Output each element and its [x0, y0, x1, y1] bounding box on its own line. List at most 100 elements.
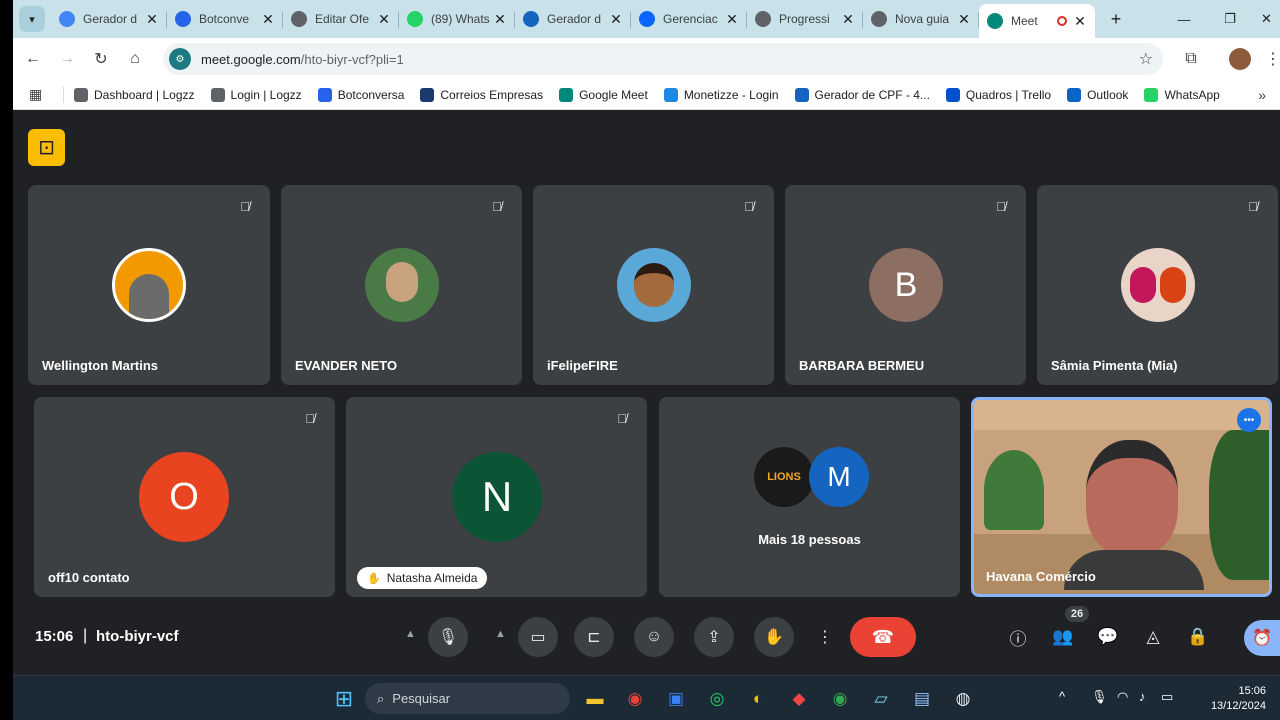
- bookmark-item[interactable]: Botconversa: [317, 87, 404, 102]
- video-options-chevron-icon[interactable]: ▲: [495, 628, 506, 640]
- app-icon[interactable]: ◐: [743, 684, 773, 714]
- url-text[interactable]: meet.google.com/hto-biyr-vcf?pli=1: [201, 52, 404, 67]
- close-tab-icon[interactable]: ✕: [609, 11, 623, 28]
- tab[interactable]: Botconve ✕: [167, 4, 283, 34]
- bookmark-item[interactable]: Dashboard | Logzz: [74, 87, 195, 102]
- captions-button[interactable]: ⊏: [574, 617, 614, 657]
- close-tab-icon[interactable]: ✕: [145, 11, 159, 28]
- tab[interactable]: Gerador d ✕: [515, 4, 631, 34]
- tab[interactable]: Gerador d ✕: [51, 4, 167, 34]
- site-info-icon[interactable]: ⚙: [169, 48, 191, 70]
- windows-start-icon[interactable]: ⊞: [329, 684, 359, 714]
- bookmark-item[interactable]: Gerador de CPF - 4...: [794, 87, 930, 102]
- volume-icon[interactable]: ♪: [1139, 689, 1146, 704]
- microphone-button[interactable]: 🎙: [428, 617, 468, 657]
- close-tab-icon[interactable]: ✕: [493, 11, 507, 28]
- wifi-icon[interactable]: ◠: [1117, 689, 1128, 705]
- forward-button[interactable]: →: [51, 43, 83, 75]
- more-options-button[interactable]: ⋮: [805, 617, 845, 657]
- participant-tile[interactable]: 🎙̸ EVANDER NETO: [281, 185, 522, 385]
- timer-icon[interactable]: ⏰: [1244, 620, 1280, 656]
- new-tab-button[interactable]: +: [1101, 9, 1131, 30]
- meet-stage: ⊡ 🎙̸ Wellington Martins 🎙̸ EVANDER NETO …: [13, 111, 1280, 675]
- close-tab-icon[interactable]: ✕: [725, 11, 739, 28]
- taskbar-search[interactable]: ⌕ Pesquisar: [365, 683, 570, 714]
- bookmark-item[interactable]: Quadros | Trello: [945, 87, 1051, 102]
- people-button[interactable]: 👥: [1048, 622, 1078, 652]
- home-button[interactable]: ⌂: [119, 43, 151, 75]
- close-tab-icon[interactable]: ✕: [1073, 13, 1087, 30]
- hand-icon: ✋: [764, 629, 784, 646]
- close-tab-icon[interactable]: ✕: [261, 11, 275, 28]
- clock-time: 15:06: [1238, 685, 1266, 697]
- participant-tile[interactable]: 🎙̸ O off10 contato: [34, 397, 335, 597]
- chrome-profile-icon[interactable]: ◉: [825, 684, 855, 714]
- extensions-icon[interactable]: ⧉: [1175, 43, 1207, 75]
- microphone-icon: 🎙: [437, 629, 459, 646]
- bookmark-item[interactable]: Login | Logzz: [210, 87, 302, 102]
- tab[interactable]: Progressi ✕: [747, 4, 863, 34]
- audio-options-chevron-icon[interactable]: ▲: [405, 628, 416, 640]
- tray-overflow-icon[interactable]: ^: [1059, 689, 1065, 704]
- participant-tile[interactable]: 🎙̸ Wellington Martins: [28, 185, 270, 385]
- bookmark-star-icon[interactable]: ☆: [1139, 49, 1153, 69]
- more-bookmarks-icon[interactable]: »: [1258, 87, 1266, 103]
- speaking-indicator-icon: •••: [1237, 408, 1261, 432]
- battery-icon[interactable]: ▭: [1161, 689, 1173, 705]
- participant-tile[interactable]: 🎙̸ B BARBARA BERMEU: [785, 185, 1026, 385]
- present-screen-button[interactable]: ⇪: [694, 617, 734, 657]
- activities-button[interactable]: ◬: [1138, 622, 1168, 652]
- leave-call-button[interactable]: ☎: [850, 617, 916, 657]
- tab[interactable]: Gerenciac ✕: [631, 4, 747, 34]
- close-window-button[interactable]: ✕: [1253, 0, 1280, 38]
- host-controls-button[interactable]: 🔒: [1183, 622, 1213, 652]
- reload-button[interactable]: ↻: [85, 43, 117, 75]
- reactions-button[interactable]: ☺: [634, 617, 674, 657]
- notepad-icon[interactable]: ▱: [866, 684, 896, 714]
- minimize-button[interactable]: —: [1161, 0, 1207, 38]
- bookmark-item[interactable]: Outlook: [1067, 87, 1128, 102]
- obs-icon[interactable]: ◍: [948, 684, 978, 714]
- maximize-button[interactable]: ❐: [1207, 0, 1253, 38]
- active-speaker-tile[interactable]: ••• Havana Comércio: [971, 397, 1272, 597]
- bookmark-item[interactable]: WhatsApp: [1144, 87, 1220, 102]
- screen-app-icon[interactable]: ▤: [907, 684, 937, 714]
- room-door-icon[interactable]: ⊡: [28, 129, 65, 166]
- tab-title: Nova guia: [895, 12, 950, 26]
- bookmark-item[interactable]: Correios Empresas: [420, 87, 543, 102]
- file-explorer-icon[interactable]: ▬: [580, 684, 610, 714]
- meeting-info-button[interactable]: ⓘ: [1003, 622, 1033, 652]
- taskbar-clock[interactable]: 15:06 13/12/2024: [1211, 684, 1266, 714]
- more-participants-tile[interactable]: LIONS M Mais 18 pessoas: [659, 397, 960, 597]
- whatsapp-icon[interactable]: ◎: [702, 684, 732, 714]
- bookmark-item[interactable]: Monetizze - Login: [663, 87, 779, 102]
- bookmark-label: Login | Logzz: [230, 87, 302, 102]
- tab[interactable]: Editar Ofe ✕: [283, 4, 399, 34]
- participant-tile[interactable]: 🎙̸ N ✋ Natasha Almeida: [346, 397, 647, 597]
- participant-tile[interactable]: 🎙̸ Sâmia Pimenta (Mia): [1037, 185, 1278, 385]
- tray-mic-icon[interactable]: 🎙: [1091, 689, 1108, 705]
- close-tab-icon[interactable]: ✕: [841, 11, 855, 28]
- time-separator: |: [83, 627, 88, 644]
- browser-menu-icon[interactable]: ⋮: [1257, 43, 1280, 75]
- close-tab-icon[interactable]: ✕: [377, 11, 391, 28]
- tab-active[interactable]: Meet ✕: [979, 4, 1095, 38]
- avatar: M: [809, 447, 869, 507]
- participant-tile[interactable]: 🎙̸ iFelipeFIRE: [533, 185, 774, 385]
- address-bar[interactable]: ⚙ meet.google.com/hto-biyr-vcf?pli=1 ☆: [163, 43, 1163, 75]
- camera-button[interactable]: ▭: [518, 617, 558, 657]
- tab-search-button[interactable]: ▾: [19, 6, 45, 32]
- bookmark-item[interactable]: Google Meet: [559, 87, 648, 102]
- raise-hand-button[interactable]: ✋: [754, 617, 794, 657]
- tab[interactable]: (89) Whats ✕: [399, 4, 515, 34]
- tab[interactable]: Nova guia ✕: [863, 4, 979, 34]
- store-icon[interactable]: ▣: [661, 684, 691, 714]
- avatar: [1121, 248, 1195, 322]
- back-button[interactable]: ←: [17, 43, 49, 75]
- apps-grid-icon[interactable]: ▦: [29, 86, 51, 103]
- chrome-icon[interactable]: ◉: [620, 684, 650, 714]
- chat-button[interactable]: 💬: [1093, 622, 1123, 652]
- profile-avatar[interactable]: [1229, 48, 1251, 70]
- anydesk-icon[interactable]: ◆: [784, 684, 814, 714]
- close-tab-icon[interactable]: ✕: [957, 11, 971, 28]
